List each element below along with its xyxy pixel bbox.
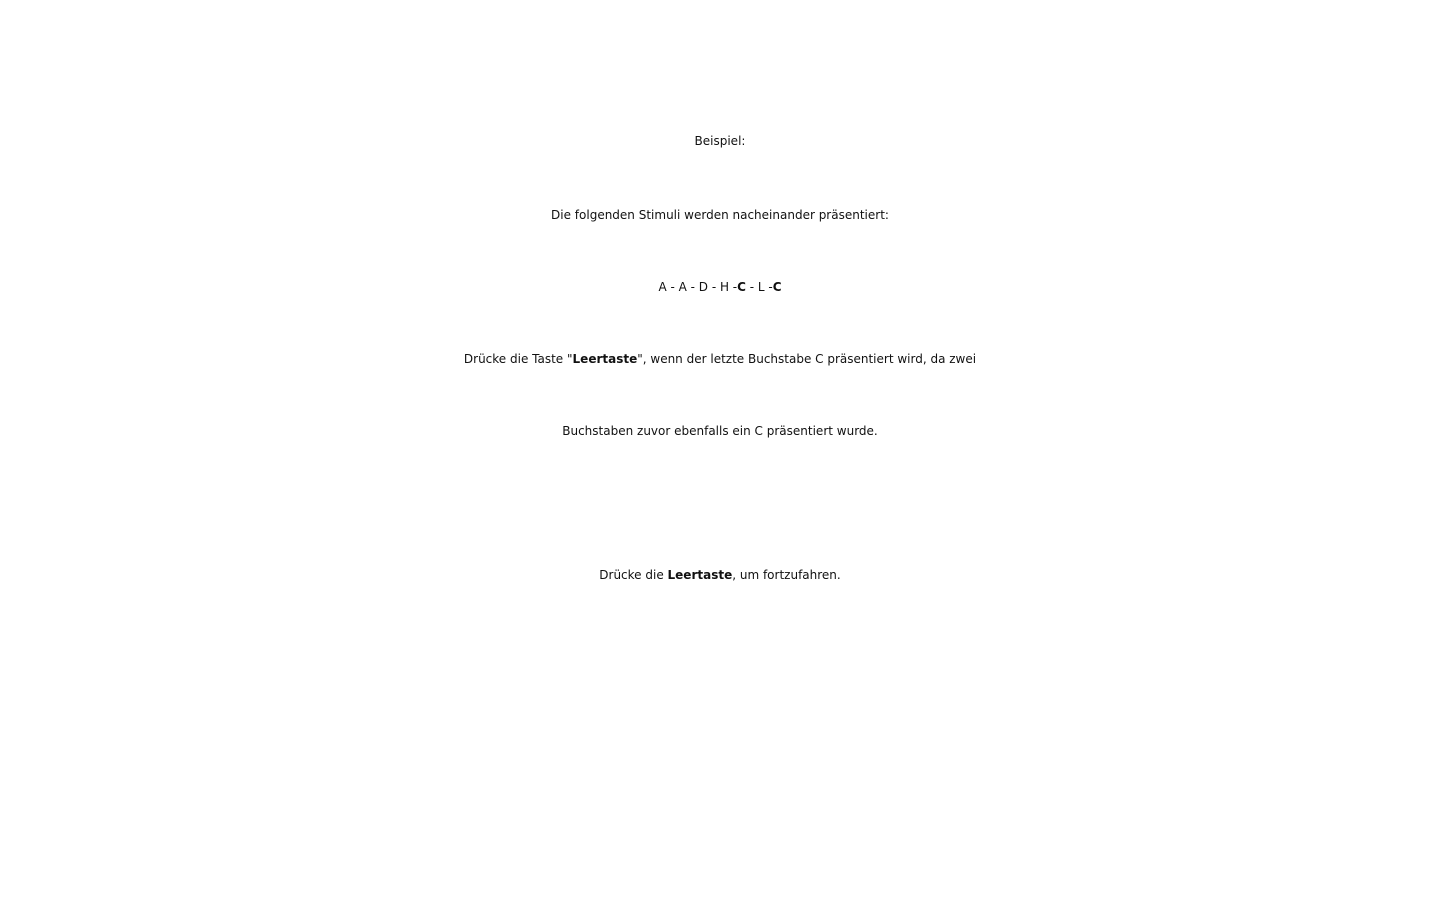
- stimulus-sequence: A - A - D - H -C - L -C: [0, 267, 1440, 307]
- sequence-part-1: A - A - D - H -: [658, 280, 738, 294]
- continue-key: Leertaste: [667, 568, 733, 582]
- sequence-target-1: C: [737, 280, 746, 294]
- instruction-screen: Beispiel: Die folgenden Stimuli werden n…: [0, 0, 1440, 900]
- intro-text: Die folgenden Stimuli werden nacheinande…: [551, 208, 889, 222]
- page-title: Beispiel:: [694, 134, 746, 148]
- explanation-after: ", wenn der letzte Buchstabe C präsentie…: [637, 352, 977, 366]
- sequence-part-2: - L -: [745, 280, 773, 294]
- explanation-line-1: Drücke die Taste "Leertaste", wenn der l…: [0, 339, 1440, 379]
- continue-before: Drücke die: [599, 568, 668, 582]
- explanation-line-2: Buchstaben zuvor ebenfalls ein C präsent…: [562, 424, 878, 438]
- sequence-target-2: C: [772, 280, 782, 294]
- explanation-before: Drücke die Taste ": [463, 352, 573, 366]
- continue-prompt: Drücke die Leertaste, um fortzufahren.: [0, 555, 1440, 595]
- continue-after: , um fortzufahren.: [732, 568, 841, 582]
- explanation-key: Leertaste: [572, 352, 638, 366]
